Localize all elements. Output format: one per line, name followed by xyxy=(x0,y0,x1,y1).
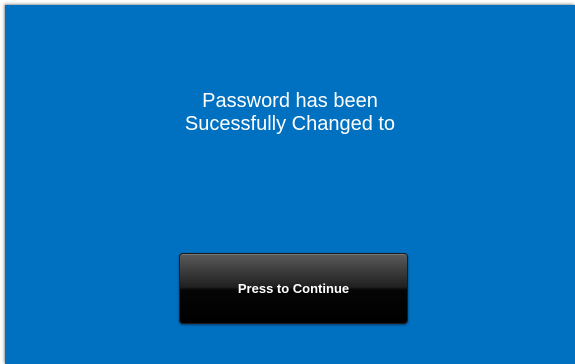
password-changed-screen: Password has been Sucessfully Changed to… xyxy=(5,5,575,364)
confirmation-message: Password has been Sucessfully Changed to xyxy=(5,90,575,136)
message-line-2: Sucessfully Changed to xyxy=(184,113,396,135)
message-line-1: Password has been xyxy=(202,90,378,112)
continue-button[interactable]: Press to Continue xyxy=(179,253,408,324)
